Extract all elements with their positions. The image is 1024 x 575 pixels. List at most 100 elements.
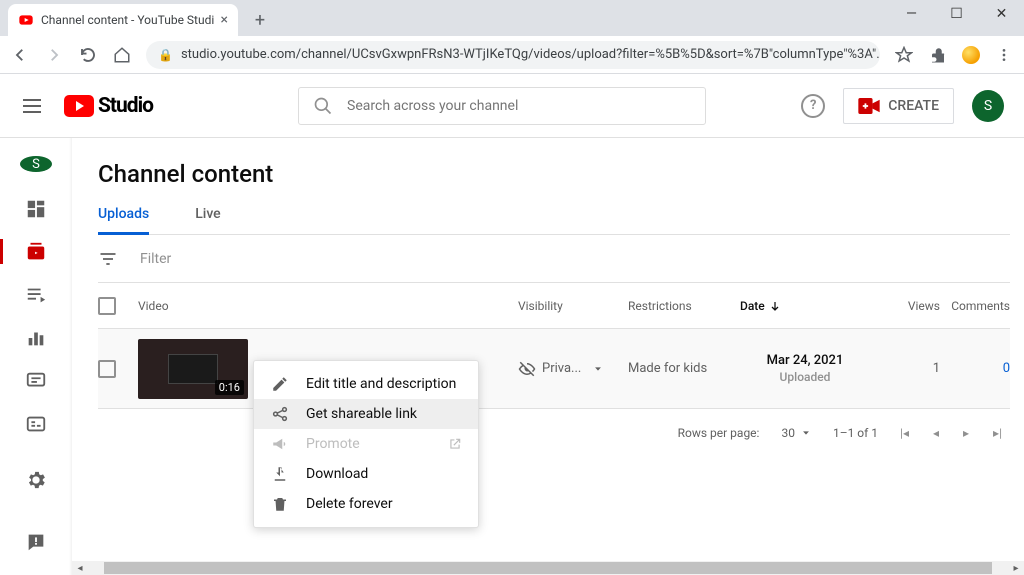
browser-tab-strip: Channel content - YouTube Studi × + — ☐ …: [0, 0, 1024, 36]
back-button[interactable]: [10, 45, 30, 65]
video-context-menu: Edit title and description Get shareable…: [253, 360, 479, 528]
chevron-down-icon[interactable]: [801, 428, 811, 438]
help-button[interactable]: ?: [801, 94, 825, 118]
omnibox[interactable]: 🔒 studio.youtube.com/channel/UCsvGxwpnFR…: [146, 41, 880, 69]
search-box[interactable]: [298, 87, 706, 125]
col-header-date[interactable]: Date: [740, 299, 870, 313]
col-header-comments[interactable]: Comments: [950, 299, 1010, 313]
search-input[interactable]: [347, 98, 691, 114]
extension-badge-icon[interactable]: [962, 46, 980, 64]
ctx-share-link[interactable]: Get shareable link: [254, 399, 478, 429]
youtube-logo-icon: [64, 95, 94, 117]
home-button[interactable]: [112, 45, 132, 65]
logo-text: Studio: [98, 94, 153, 118]
subtitles-icon: [25, 413, 47, 435]
app-body: S Channel content Uploads Live Filter Vi…: [0, 138, 1024, 575]
minimize-button[interactable]: —: [889, 0, 934, 28]
video-thumbnail[interactable]: 0:16: [138, 339, 248, 399]
last-page-button[interactable]: ▸|: [993, 426, 1002, 440]
ctx-download[interactable]: Download: [254, 459, 478, 489]
hamburger-menu-icon[interactable]: [20, 94, 44, 118]
create-button[interactable]: CREATE: [843, 88, 954, 124]
tab-live[interactable]: Live: [195, 206, 220, 234]
analytics-icon: [25, 327, 47, 349]
new-tab-button[interactable]: +: [246, 6, 274, 34]
browser-tab[interactable]: Channel content - YouTube Studi ×: [8, 4, 238, 36]
comments-icon: [25, 370, 47, 392]
comments-cell[interactable]: 0: [950, 361, 1010, 376]
search-icon: [313, 96, 333, 116]
bookmark-star-icon[interactable]: [894, 45, 914, 65]
sort-desc-icon: [769, 300, 781, 312]
row-checkbox[interactable]: [98, 360, 116, 378]
reload-button[interactable]: [78, 45, 98, 65]
url-text: studio.youtube.com/channel/UCsvGxwpnFRsN…: [181, 47, 880, 62]
sidebar-channel-avatar[interactable]: S: [20, 156, 52, 172]
sidebar: S: [0, 138, 72, 575]
sidebar-item-feedback[interactable]: [0, 517, 72, 567]
date-cell: Mar 24, 2021 Uploaded: [740, 353, 870, 384]
scroll-right-icon[interactable]: ▸: [1008, 563, 1024, 574]
sidebar-item-dashboard[interactable]: [0, 196, 72, 221]
scroll-left-icon[interactable]: ◂: [72, 563, 88, 574]
next-page-button[interactable]: ▸: [963, 426, 969, 440]
chrome-menu-icon[interactable]: [994, 45, 1014, 65]
sidebar-item-comments[interactable]: [0, 369, 72, 394]
feedback-icon: [25, 531, 47, 553]
select-all-checkbox[interactable]: [98, 297, 116, 315]
first-page-button[interactable]: |◂: [900, 426, 909, 440]
rows-per-page-value[interactable]: 30: [781, 426, 795, 440]
filter-icon: [98, 249, 118, 269]
external-link-icon: [448, 437, 462, 451]
col-header-restrictions[interactable]: Restrictions: [628, 299, 740, 313]
sidebar-item-playlists[interactable]: [0, 282, 72, 307]
account-avatar[interactable]: S: [972, 90, 1004, 122]
visibility-cell[interactable]: Priva...: [518, 360, 628, 378]
sidebar-item-settings[interactable]: [0, 455, 72, 505]
download-icon: [270, 464, 290, 484]
tab-uploads[interactable]: Uploads: [98, 206, 149, 234]
filter-row[interactable]: Filter: [98, 235, 1010, 283]
main-content: Channel content Uploads Live Filter Vide…: [72, 138, 1024, 575]
window-controls: — ☐ ✕: [889, 0, 1024, 28]
content-icon: [25, 241, 47, 263]
lock-icon: 🔒: [158, 48, 173, 62]
address-bar: 🔒 studio.youtube.com/channel/UCsvGxwpnFR…: [0, 36, 1024, 74]
video-duration: 0:16: [215, 380, 244, 395]
ctx-delete-forever[interactable]: Delete forever: [254, 489, 478, 519]
tab-title: Channel content - YouTube Studi: [41, 13, 214, 27]
sidebar-item-analytics[interactable]: [0, 326, 72, 351]
trash-icon: [270, 494, 290, 514]
close-tab-icon[interactable]: ×: [221, 12, 228, 28]
ctx-edit-title[interactable]: Edit title and description: [254, 369, 478, 399]
sidebar-item-subtitles[interactable]: [0, 412, 72, 437]
content-tabs: Uploads Live: [98, 206, 1010, 235]
create-video-icon: [858, 98, 880, 114]
table-row[interactable]: 0:16 Priva... Made for kids Mar 24, 2021…: [98, 329, 1010, 409]
views-cell: 1: [870, 361, 940, 376]
col-header-video[interactable]: Video: [138, 299, 518, 313]
dashboard-icon: [25, 198, 47, 220]
col-header-visibility[interactable]: Visibility: [518, 299, 628, 313]
table-header: Video Visibility Restrictions Date Views…: [98, 283, 1010, 329]
forward-button[interactable]: [44, 45, 64, 65]
pencil-icon: [270, 374, 290, 394]
sidebar-item-content[interactable]: [0, 239, 72, 264]
page-title: Channel content: [98, 160, 1010, 188]
extensions-icon[interactable]: [928, 45, 948, 65]
page-range: 1–1 of 1: [833, 426, 878, 440]
prev-page-button[interactable]: ◂: [933, 426, 939, 440]
share-icon: [270, 404, 290, 424]
ctx-promote: Promote: [254, 429, 478, 459]
maximize-button[interactable]: ☐: [934, 0, 979, 28]
close-window-button[interactable]: ✕: [979, 0, 1024, 28]
horizontal-scrollbar[interactable]: ◂ ▸: [72, 561, 1024, 575]
rows-per-page-label: Rows per page:: [678, 426, 760, 440]
create-label: CREATE: [888, 98, 939, 114]
studio-header: Studio ? CREATE S: [0, 74, 1024, 138]
col-header-views[interactable]: Views: [870, 299, 940, 313]
chevron-down-icon: [593, 364, 603, 374]
studio-logo[interactable]: Studio: [64, 94, 153, 118]
scrollbar-thumb[interactable]: [104, 562, 992, 574]
gear-icon: [25, 469, 47, 491]
